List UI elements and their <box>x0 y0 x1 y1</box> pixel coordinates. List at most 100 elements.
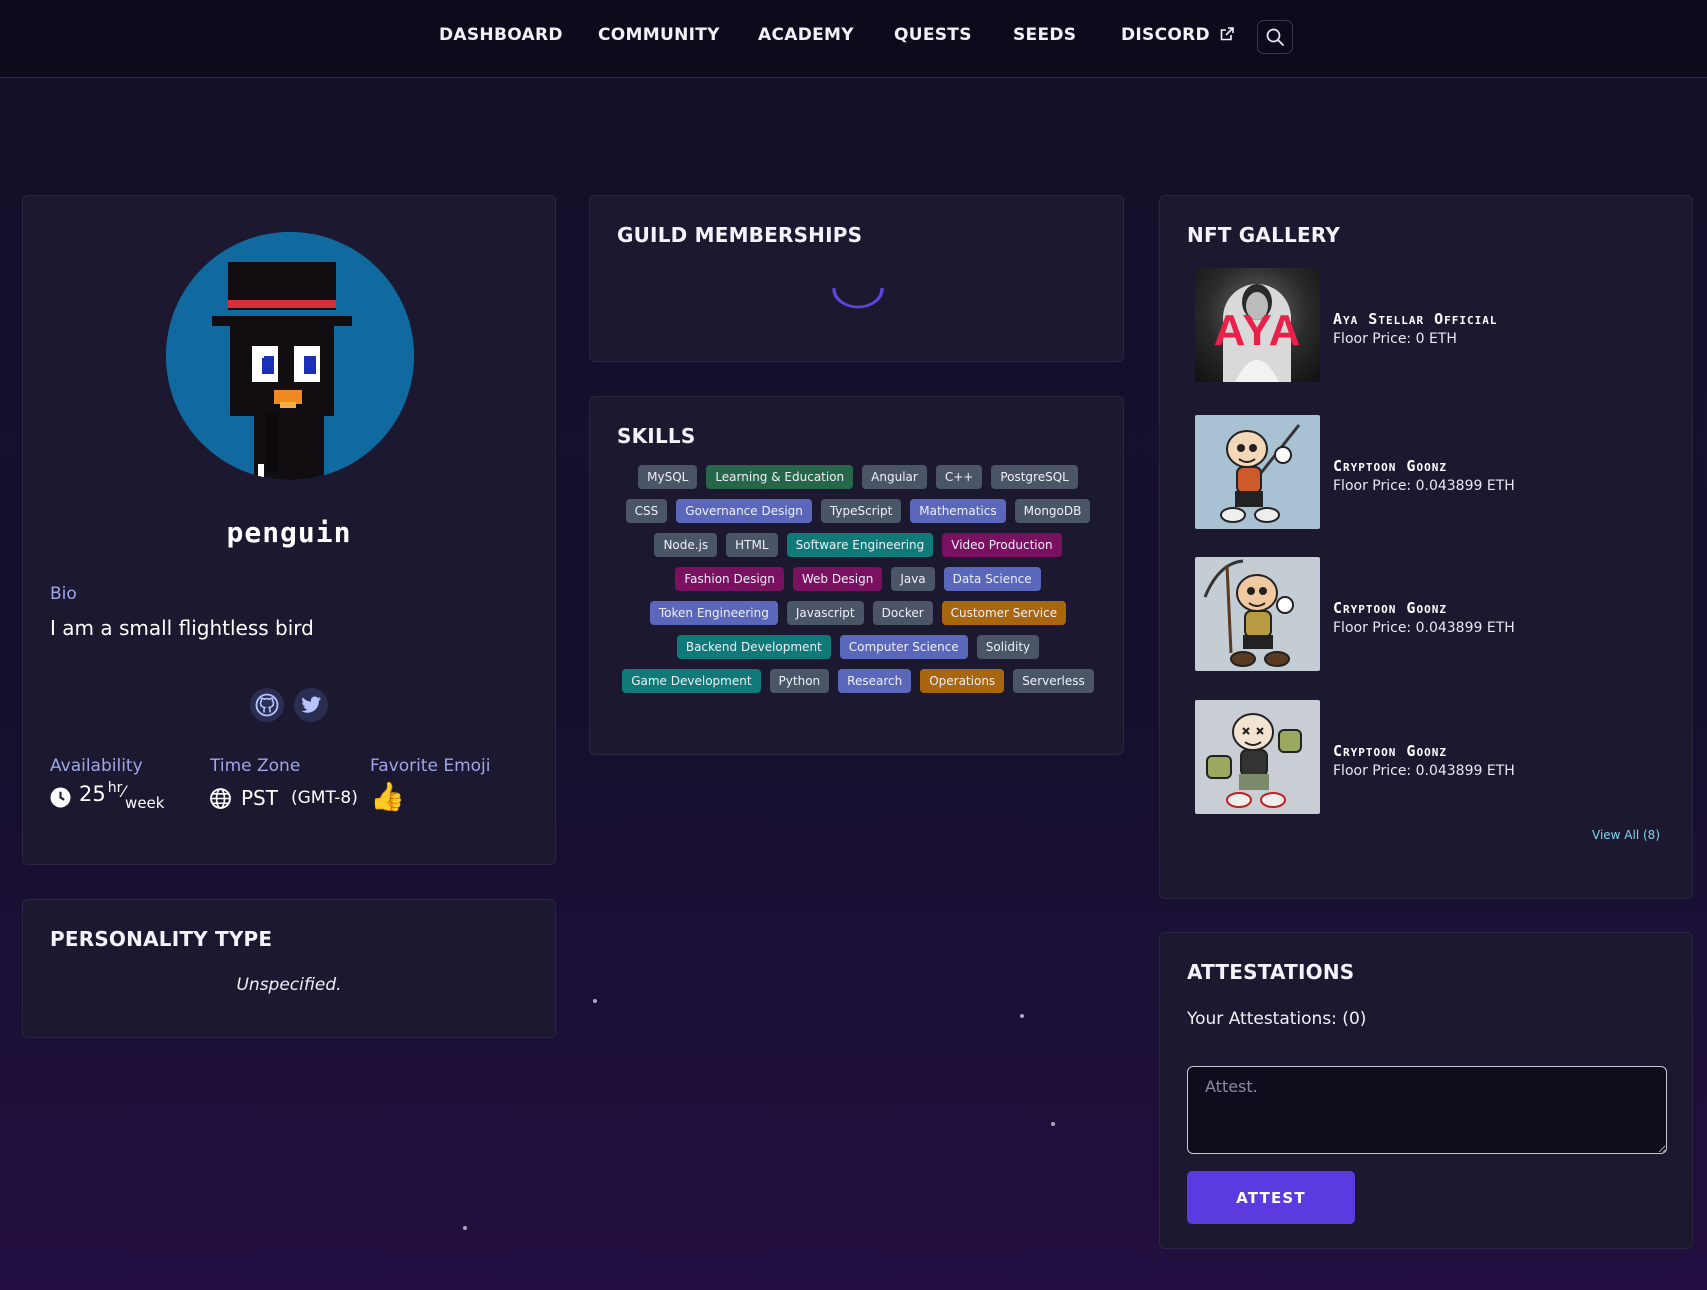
attest-button[interactable]: ATTEST <box>1187 1171 1355 1224</box>
timezone-value: PST (GMT-8) <box>210 786 358 810</box>
skill-chip[interactable]: Mathematics <box>910 499 1006 523</box>
timezone-offset: (GMT-8) <box>290 788 358 808</box>
nft-floor-price: Floor Price: 0.043899 ETH <box>1333 763 1515 779</box>
cryptoon-character-image <box>1220 424 1301 523</box>
skill-chip[interactable]: Game Development <box>622 669 761 693</box>
skill-chip[interactable]: Angular <box>862 465 927 489</box>
availability-unit-week: week <box>125 794 165 812</box>
nft-floor-price: Floor Price: 0.043899 ETH <box>1333 478 1515 494</box>
skill-chip[interactable]: Solidity <box>976 635 1040 659</box>
nav-quests[interactable]: QUESTS <box>894 25 972 45</box>
skill-chip[interactable]: TypeScript <box>820 499 902 523</box>
twitter-icon <box>301 696 321 713</box>
skill-chip[interactable]: Javascript <box>786 601 864 625</box>
skill-chip[interactable]: Customer Service <box>941 601 1067 625</box>
attestations-title: ATTESTATIONS <box>1187 960 1355 984</box>
availability-label: Availability <box>50 756 143 776</box>
search-icon <box>1266 28 1284 46</box>
skill-chip[interactable]: Research <box>838 669 912 693</box>
personality-title: PERSONALITY TYPE <box>50 927 273 951</box>
availability-value: 25 hr ⁄ week <box>50 780 165 812</box>
skill-chip[interactable]: HTML <box>726 533 778 557</box>
nft-item[interactable]: Cryptoon Goonz Floor Price: 0.043899 ETH <box>1195 415 1635 529</box>
nft-name: Cryptoon Goonz <box>1333 599 1447 617</box>
skill-chip[interactable]: Serverless <box>1013 669 1094 693</box>
nav-community[interactable]: COMMUNITY <box>598 25 720 45</box>
skills-card: SKILLS MySQL Learning & Education Angular C… <box>589 396 1124 755</box>
external-link-icon <box>1220 27 1234 41</box>
skill-chip[interactable]: Backend Development <box>676 635 831 659</box>
penguin-avatar-image <box>166 232 414 480</box>
nft-thumbnail <box>1195 415 1320 529</box>
nft-gallery-title: NFT GALLERY <box>1187 223 1341 247</box>
background-star <box>1051 1122 1055 1126</box>
github-icon <box>255 693 279 717</box>
nft-name: Cryptoon Goonz <box>1333 457 1447 475</box>
availability-unit-hr: hr <box>107 780 123 796</box>
guild-memberships-card: GUILD MEMBERSHIPS <box>589 195 1124 362</box>
bio-text: I am a small flightless bird <box>50 616 314 640</box>
aya-thumb-text: AYA <box>1213 306 1302 355</box>
nft-item[interactable]: Cryptoon Goonz Floor Price: 0.043899 ETH <box>1195 700 1635 814</box>
skill-chip[interactable]: Web Design <box>792 567 883 591</box>
skill-chip[interactable]: MySQL <box>638 465 698 489</box>
loading-spinner-icon <box>832 287 884 309</box>
skill-chip[interactable]: MongoDB <box>1014 499 1091 523</box>
background-star <box>593 999 597 1003</box>
skill-chip[interactable]: Token Engineering <box>649 601 778 625</box>
nav-discord-label: DISCORD <box>1121 25 1210 45</box>
attestations-card: ATTESTATIONS Your Attestations: (0) ATTE… <box>1159 932 1693 1249</box>
timezone-name: PST <box>241 786 278 810</box>
skill-chip[interactable]: PostgreSQL <box>991 465 1078 489</box>
nft-item[interactable]: Cryptoon Goonz Floor Price: 0.043899 ETH <box>1195 557 1635 671</box>
nav-academy[interactable]: ACADEMY <box>758 25 854 45</box>
nft-name: Cryptoon Goonz <box>1333 742 1447 760</box>
skill-chip[interactable]: Learning & Education <box>706 465 854 489</box>
personality-value: Unspecified. <box>236 975 342 995</box>
skill-chip[interactable]: Fashion Design <box>675 567 784 591</box>
nav-seeds[interactable]: SEEDS <box>1013 25 1076 45</box>
nft-thumbnail: AYA <box>1195 268 1320 382</box>
nft-item[interactable]: AYA Aya Stellar Official Floor Price: 0 … <box>1195 268 1635 382</box>
search-button[interactable] <box>1257 20 1293 54</box>
personality-card: PERSONALITY TYPE Unspecified. <box>22 899 556 1038</box>
view-all-link[interactable]: View All (8) <box>1592 828 1660 842</box>
nft-thumbnail <box>1195 557 1320 671</box>
favorite-emoji-label: Favorite Emoji <box>370 756 491 776</box>
bio-label: Bio <box>50 584 77 604</box>
skill-chip[interactable]: Java <box>891 567 935 591</box>
skills-list: MySQL Learning & Education Angular C++ Postg… <box>618 465 1098 693</box>
nft-floor-price: Floor Price: 0.043899 ETH <box>1333 620 1515 636</box>
attest-input[interactable] <box>1187 1066 1667 1154</box>
skill-chip[interactable]: Video Production <box>942 533 1062 557</box>
cryptoon-character-image <box>1206 713 1302 808</box>
globe-icon <box>210 787 231 809</box>
availability-hours: 25 <box>79 782 106 806</box>
background-star <box>463 1226 467 1230</box>
nav-discord[interactable]: DISCORD <box>1121 25 1234 45</box>
nft-gallery-card: NFT GALLERY AYA Aya Stellar Official Flo… <box>1159 195 1693 899</box>
clock-icon <box>50 787 71 808</box>
cryptoon-character-image <box>1203 559 1294 667</box>
skill-chip[interactable]: Python <box>769 669 830 693</box>
skill-chip[interactable]: Data Science <box>943 567 1041 591</box>
twitter-link[interactable] <box>294 688 328 722</box>
skill-chip[interactable]: Computer Science <box>839 635 968 659</box>
skill-chip[interactable]: Governance Design <box>676 499 812 523</box>
skill-chip[interactable]: Node.js <box>654 533 718 557</box>
skill-chip[interactable]: Operations <box>920 669 1005 693</box>
attestations-count: Your Attestations: (0) <box>1187 1009 1367 1029</box>
background-star <box>1020 1014 1024 1018</box>
timezone-label: Time Zone <box>210 756 301 776</box>
skill-chip[interactable]: C++ <box>935 465 983 489</box>
skill-chip[interactable]: Docker <box>872 601 933 625</box>
skill-chip[interactable]: Software Engineering <box>786 533 934 557</box>
skill-chip[interactable]: CSS <box>625 499 668 523</box>
top-navbar: DASHBOARD COMMUNITY ACADEMY QUESTS SEEDS… <box>0 0 1707 78</box>
profile-card: penguin Bio I am a small flightless bird… <box>22 195 556 865</box>
nft-thumbnail <box>1195 700 1320 814</box>
skills-title: SKILLS <box>617 424 696 448</box>
nft-floor-price: Floor Price: 0 ETH <box>1333 331 1457 347</box>
nav-dashboard[interactable]: DASHBOARD <box>439 25 563 45</box>
github-link[interactable] <box>250 688 284 722</box>
